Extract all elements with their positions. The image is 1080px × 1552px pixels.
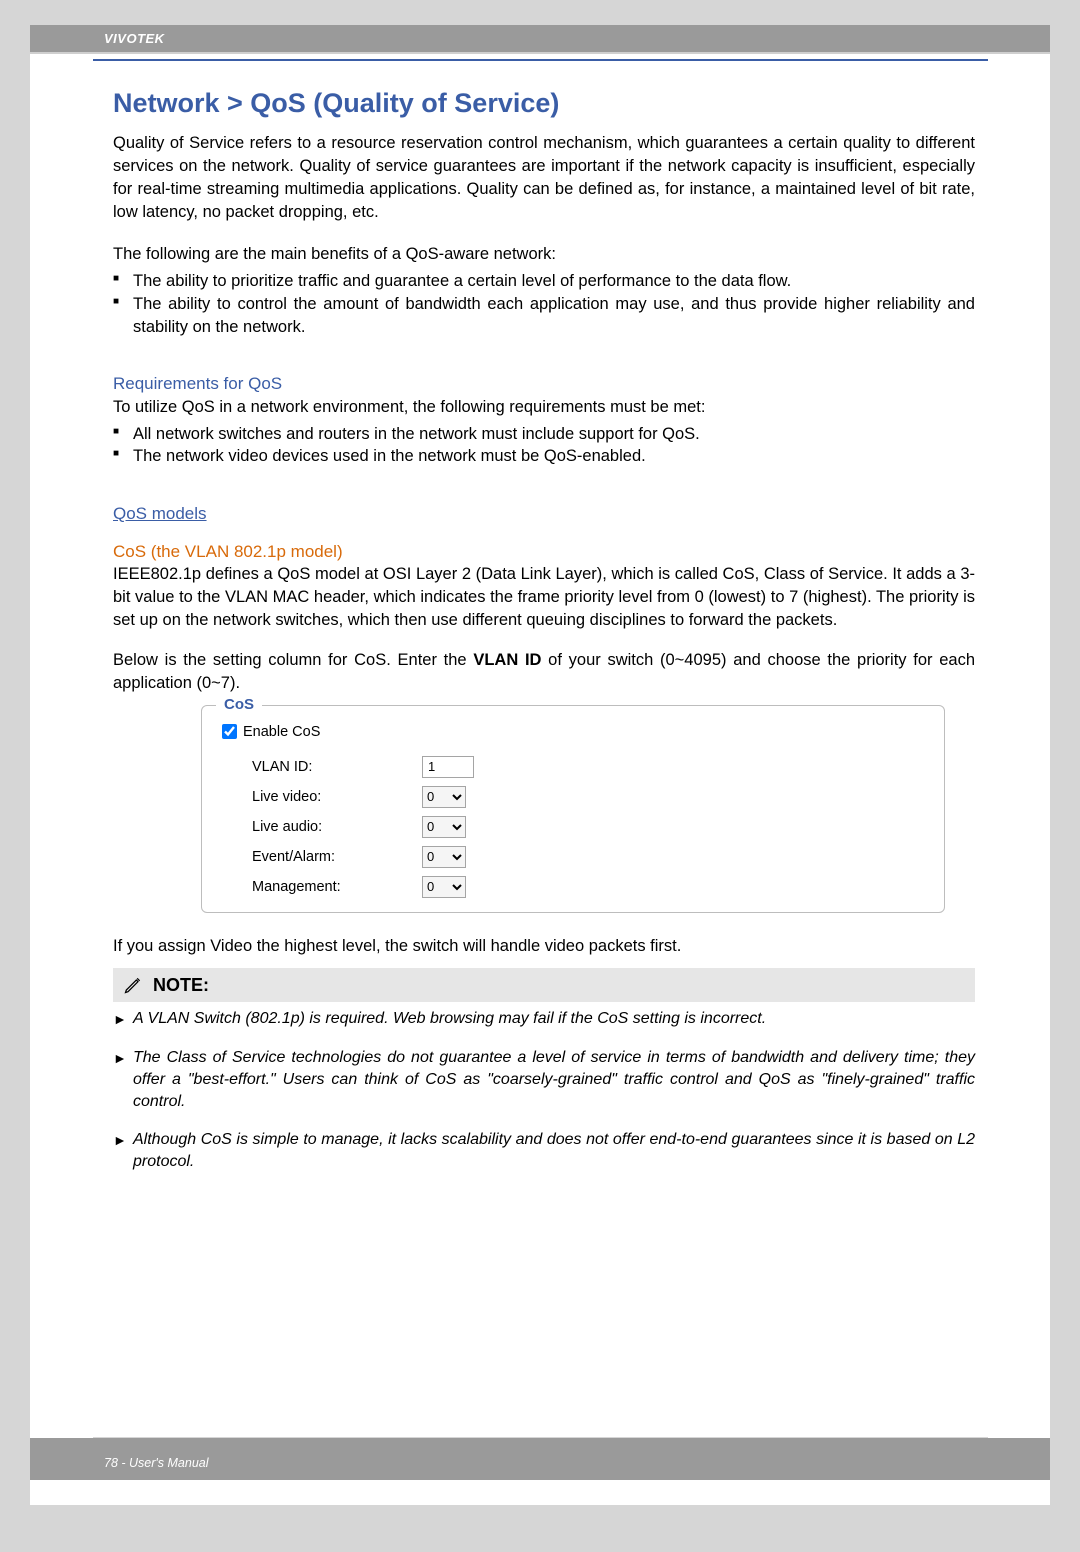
intro-paragraph: Quality of Service refers to a resource … (113, 132, 975, 223)
benefits-lead: The following are the main benefits of a… (113, 243, 975, 266)
requirements-heading: Requirements for QoS (113, 372, 975, 395)
qos-models-heading: QoS models (113, 502, 975, 525)
live-audio-row: Live audio: 0 (222, 816, 924, 838)
event-alarm-label: Event/Alarm: (222, 847, 422, 867)
live-video-row: Live video: 0 (222, 786, 924, 808)
cos-lead: Below is the setting column for CoS. Ent… (113, 649, 975, 695)
pencil-icon (123, 975, 143, 995)
vlan-id-row: VLAN ID: (222, 756, 924, 778)
management-select[interactable]: 0 (422, 876, 466, 898)
live-video-select[interactable]: 0 (422, 786, 466, 808)
content-area: Network > QoS (Quality of Service) Quali… (30, 61, 1050, 1173)
requirements-lead: To utilize QoS in a network environment,… (113, 396, 975, 419)
live-video-label: Live video: (222, 787, 422, 807)
list-item: The network video devices used in the ne… (113, 445, 975, 468)
benefits-list: The ability to prioritize traffic and gu… (113, 270, 975, 338)
cos-heading: CoS (the VLAN 802.1p model) (113, 540, 975, 563)
page-title: Network > QoS (Quality of Service) (113, 85, 975, 122)
cos-legend: CoS (216, 695, 262, 716)
brand-text: VIVOTEK (104, 31, 165, 46)
note-list: A VLAN Switch (802.1p) is required. Web … (113, 1008, 975, 1172)
vlan-id-input[interactable] (422, 756, 474, 778)
note-item: Although CoS is simple to manage, it lac… (113, 1129, 975, 1173)
management-label: Management: (222, 877, 422, 897)
vlan-id-label: VLAN ID: (222, 757, 422, 777)
enable-cos-row: Enable CoS (222, 722, 924, 742)
requirements-list: All network switches and routers in the … (113, 423, 975, 469)
list-item: The ability to control the amount of ban… (113, 293, 975, 339)
event-alarm-select[interactable]: 0 (422, 846, 466, 868)
management-row: Management: 0 (222, 876, 924, 898)
cos-description: IEEE802.1p defines a QoS model at OSI La… (113, 563, 975, 631)
cos-lead-bold: VLAN ID (473, 651, 541, 669)
list-item: The ability to prioritize traffic and gu… (113, 270, 975, 293)
note-header-text: NOTE: (153, 973, 209, 998)
after-box-text: If you assign Video the highest level, t… (113, 935, 975, 958)
enable-cos-label: Enable CoS (243, 722, 320, 742)
cos-lead-1: Below is the setting column for CoS. Ent… (113, 651, 473, 669)
list-item: All network switches and routers in the … (113, 423, 975, 446)
note-item: A VLAN Switch (802.1p) is required. Web … (113, 1008, 975, 1030)
page: VIVOTEK Network > QoS (Quality of Servic… (30, 25, 1050, 1505)
note-item: The Class of Service technologies do not… (113, 1047, 975, 1113)
live-audio-select[interactable]: 0 (422, 816, 466, 838)
live-audio-label: Live audio: (222, 817, 422, 837)
cos-settings-box: CoS Enable CoS VLAN ID: Live video: 0 Li… (201, 705, 945, 913)
note-header-box: NOTE: (113, 968, 975, 1003)
footer-text: 78 - User's Manual (104, 1456, 209, 1470)
event-alarm-row: Event/Alarm: 0 (222, 846, 924, 868)
header-bar: VIVOTEK (30, 25, 1050, 54)
enable-cos-checkbox[interactable] (222, 724, 237, 739)
